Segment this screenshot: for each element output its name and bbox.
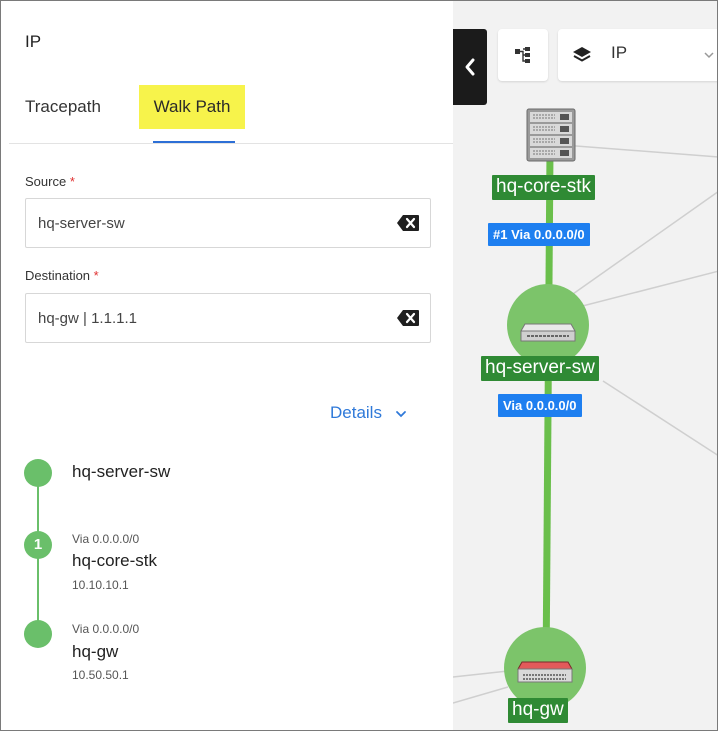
destination-field bbox=[25, 293, 431, 343]
topology-link bbox=[453, 670, 509, 678]
hop-name: hq-core-stk bbox=[72, 551, 158, 570]
details-label: Details bbox=[330, 403, 382, 422]
layers-icon bbox=[573, 47, 591, 62]
source-label: Source * bbox=[25, 174, 75, 189]
hop-via: Via 0.0.0.0/0 bbox=[72, 532, 140, 546]
node-label-hq-core-stk[interactable]: hq-core-stk bbox=[492, 175, 596, 200]
tab-walk-path[interactable]: Walk Path bbox=[139, 85, 245, 129]
chevron-down-icon bbox=[704, 52, 714, 59]
clear-destination-icon[interactable] bbox=[396, 309, 420, 327]
hop-ip: 10.50.50.1 bbox=[72, 668, 129, 682]
topology-tree-button[interactable] bbox=[498, 29, 548, 81]
layer-select[interactable]: IP bbox=[558, 29, 717, 81]
source-field bbox=[25, 198, 431, 248]
clear-source-icon[interactable] bbox=[396, 214, 420, 232]
walk-path-panel: IP Tracepath Walk Path Source * Destinat… bbox=[1, 1, 453, 730]
layer-select-value: IP bbox=[611, 43, 628, 62]
chevron-left-icon bbox=[465, 58, 475, 76]
topology-link bbox=[562, 144, 717, 158]
node-label-hq-server-sw[interactable]: hq-server-sw bbox=[481, 356, 599, 381]
path-start-dot bbox=[24, 459, 52, 487]
tab-tracepath[interactable]: Tracepath bbox=[25, 85, 101, 129]
hop-via: Via 0.0.0.0/0 bbox=[72, 622, 140, 636]
destination-label: Destination * bbox=[25, 268, 99, 283]
collapse-panel-button[interactable] bbox=[453, 29, 487, 105]
topology-link bbox=[562, 270, 717, 312]
topology-link bbox=[562, 191, 717, 302]
tabs-divider bbox=[9, 143, 453, 144]
node-label-hq-gw[interactable]: hq-gw bbox=[508, 698, 568, 723]
hop-ip: 10.10.10.1 bbox=[72, 578, 129, 592]
window-frame: IP Tracepath Walk Path Source * Destinat… bbox=[0, 0, 718, 731]
hop-name: hq-gw bbox=[72, 642, 119, 661]
details-toggle[interactable]: Details bbox=[330, 403, 407, 423]
topology-canvas[interactable]: IP hq-core-stk #1 Via 0.0.0.0/0 hq-serve… bbox=[453, 1, 717, 730]
panel-title: IP bbox=[25, 32, 42, 51]
required-marker: * bbox=[69, 174, 75, 189]
chevron-down-icon bbox=[395, 410, 406, 417]
hop-number-badge: 1 bbox=[24, 531, 52, 559]
destination-input[interactable] bbox=[26, 294, 386, 342]
switch-icon[interactable] bbox=[519, 321, 577, 343]
topology-link bbox=[453, 686, 509, 704]
topology-tree-icon bbox=[515, 47, 530, 63]
firewall-icon[interactable] bbox=[516, 659, 574, 685]
via-badge: Via 0.0.0.0/0 bbox=[498, 394, 582, 417]
switch-stack-icon[interactable] bbox=[525, 107, 577, 163]
source-input[interactable] bbox=[26, 199, 386, 247]
required-marker: * bbox=[93, 268, 99, 283]
path-start-name: hq-server-sw bbox=[72, 462, 171, 481]
topology-link bbox=[602, 380, 717, 456]
via-badge-hop-1: #1 Via 0.0.0.0/0 bbox=[488, 223, 590, 246]
path-end-dot bbox=[24, 620, 52, 648]
